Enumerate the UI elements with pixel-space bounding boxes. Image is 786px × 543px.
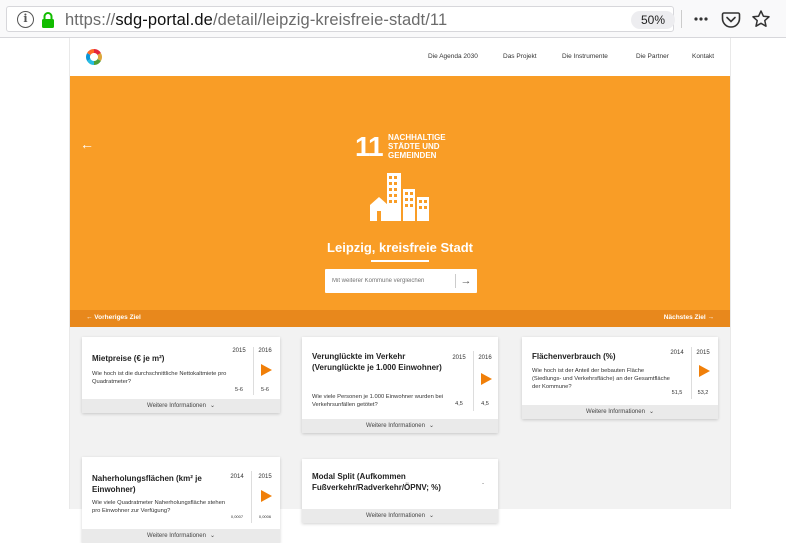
star-icon[interactable] [750,8,772,30]
back-arrow-icon[interactable]: ← [80,136,94,152]
chevron-down-icon: ⌄ [428,423,434,429]
previous-goal-link[interactable]: ← Vorheriges Ziel [86,314,141,321]
card-value-start: 5-6 [235,387,243,393]
more-info-label: Weitere Informationen [366,513,425,519]
trend-arrow-icon [261,364,272,376]
more-info-button[interactable]: Weitere Informationen ⌄ [82,529,280,543]
card-title: Verunglückte im Verkehr (Verunglückte je… [312,352,442,372]
card-title: Mietpreise (€ je m²) [92,354,165,363]
info-icon[interactable]: i [17,11,34,28]
indicator-card-verunglueckte[interactable]: Verunglückte im Verkehr (Verunglückte je… [302,337,498,433]
indicator-grid: Mietpreise (€ je m²) Wie hoch ist die du… [70,327,730,543]
card-value-end: 0,0006 [258,514,272,519]
lock-icon[interactable] [41,11,55,29]
url-path: /detail/leipzig-kreisfreie-stadt/11 [212,11,448,29]
chevron-down-icon: ⌄ [209,403,215,409]
url-host: sdg-portal.de [115,11,213,29]
city-name: Leipzig, kreisfreie Stadt [327,240,473,255]
more-info-label: Weitere Informationen [366,423,425,429]
card-value-end: 4,5 [481,401,489,407]
indicator-card-modal-split[interactable]: Modal Split (Aufkommen Fußverkehr/Radver… [302,459,498,523]
city-underline [371,260,429,262]
card-title: Modal Split (Aufkommen Fußverkehr/Radver… [312,472,441,492]
trend-arrow-icon [261,490,272,502]
indicator-card-flaechenverbrauch[interactable]: Flächenverbrauch (%) Wie hoch ist der An… [522,337,718,419]
nav-link-kontakt[interactable]: Kontakt [692,53,714,60]
indicator-card-mietpreise[interactable]: Mietpreise (€ je m²) Wie hoch ist die du… [82,337,280,413]
toolbar-divider [681,10,682,28]
card-description: Wie hoch ist der Anteil der bebauten Flä… [532,368,670,390]
compare-divider [455,274,456,288]
card-year-start: 2014 [670,350,684,356]
card-description: Wie viele Quadratmeter Naherholungsfläch… [92,500,226,514]
card-title: Flächenverbrauch (%) [532,352,616,361]
trend-arrow-icon [699,365,710,377]
card-value-start: 51,5 [671,390,683,396]
compare-search-box: → [325,269,477,293]
card-value-end: 53,2 [697,390,709,396]
arrow-right-icon[interactable]: → [457,271,475,291]
card-year-end: 2015 [258,474,272,480]
more-info-label: Weitere Informationen [147,533,206,539]
chevron-down-icon: ⌄ [648,409,654,415]
zoom-level-button[interactable]: 50% [631,11,675,29]
card-year-end: 2016 [258,348,272,354]
card-description: Wie hoch ist die durchschnittliche Netto… [92,371,227,385]
chevron-down-icon: ⌄ [209,533,215,539]
nav-link-agenda[interactable]: Die Agenda 2030 [428,53,478,60]
card-year-start: 2014 [230,474,244,480]
card-value-end: 5-6 [261,387,269,393]
goal-navigation-bar: ← Vorheriges Ziel Nächstes Ziel → [70,310,730,327]
goal-title: Nachhaltige Städte und Gemeinden [388,133,446,160]
chevron-down-icon: ⌄ [428,513,434,519]
more-info-label: Weitere Informationen [147,403,206,409]
card-description: Wie viele Personen je 1.000 Einwohner wu… [312,394,444,408]
year-separator [251,471,252,523]
sustainable-city-icon [370,173,429,221]
card-year-end: 2015 [696,350,710,356]
address-bar[interactable]: i https://sdg-portal.de/detail/leipzig-k… [6,6,675,32]
pocket-icon[interactable] [720,8,742,30]
sdg-wheel-logo[interactable] [85,48,103,66]
more-info-button[interactable]: Weitere Informationen ⌄ [522,405,718,419]
goal-number: 11 [355,131,384,162]
next-goal-link[interactable]: Nächstes Ziel → [664,314,714,321]
url-scheme: https:// [65,11,116,29]
site-header: Die Agenda 2030 Das Projekt Die Instrume… [70,38,730,76]
more-info-label: Weitere Informationen [586,409,645,415]
card-value-start: 0,0007 [230,514,244,519]
browser-toolbar: i https://sdg-portal.de/detail/leipzig-k… [0,0,786,38]
card-value-empty: - [482,481,484,487]
card-title: Naherholungsflächen (km² je Einwohner) [92,474,202,494]
trend-arrow-icon [481,373,492,385]
more-info-button[interactable]: Weitere Informationen ⌄ [82,399,280,413]
card-year-start: 2015 [452,355,466,361]
nav-link-projekt[interactable]: Das Projekt [503,53,537,60]
compare-input[interactable] [325,269,455,293]
goal-hero: ← 11 Nachhaltige Städte und Gemeinden [70,76,730,310]
card-year-start: 2015 [232,348,246,354]
card-value-start: 4,5 [455,401,463,407]
nav-link-partner[interactable]: Die Partner [636,53,669,60]
web-page: Die Agenda 2030 Das Projekt Die Instrume… [70,38,730,543]
url-text[interactable]: https://sdg-portal.de/detail/leipzig-kre… [65,11,447,30]
more-info-button[interactable]: Weitere Informationen ⌄ [302,509,498,523]
nav-link-instrumente[interactable]: Die Instrumente [562,53,608,60]
card-year-end: 2016 [478,355,492,361]
more-info-button[interactable]: Weitere Informationen ⌄ [302,419,498,433]
indicator-card-naherholungsflaechen[interactable]: Naherholungsflächen (km² je Einwohner) W… [82,457,280,543]
ellipsis-icon[interactable] [690,8,712,30]
